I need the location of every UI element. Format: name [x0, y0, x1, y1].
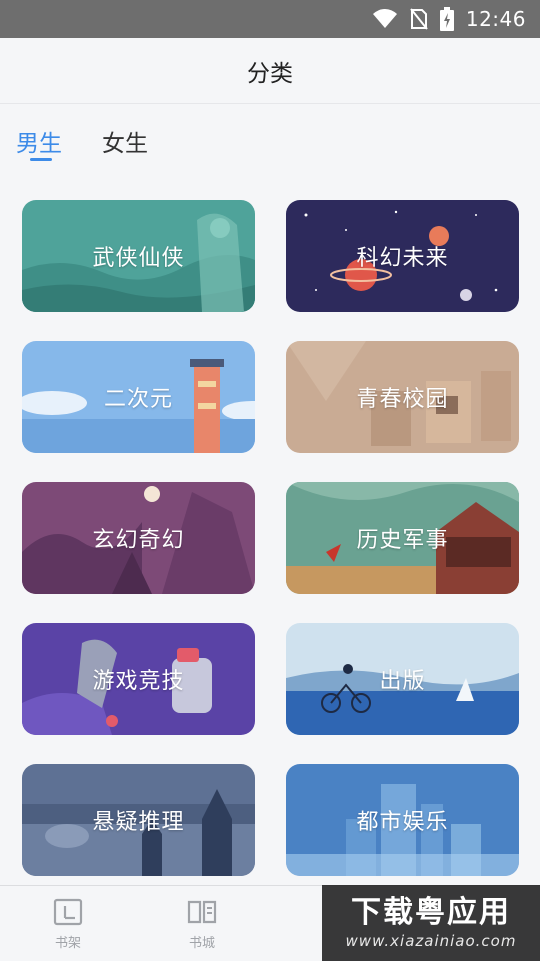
category-label: 出版 — [379, 669, 426, 694]
nav-item-bookshelf[interactable]: 书架 — [38, 898, 98, 951]
nav-item-bookstore[interactable]: 书城 — [172, 898, 232, 951]
tab-female[interactable]: 女生 — [102, 120, 148, 170]
tab-male-label: 男生 — [16, 131, 62, 157]
bookshelf-icon — [53, 898, 83, 926]
category-label: 科幻未来 — [356, 246, 449, 271]
tab-active-indicator — [30, 158, 52, 161]
category-card-mystery[interactable]: 悬疑推理 — [22, 764, 255, 876]
category-card-gaming[interactable]: 游戏竞技 — [22, 623, 255, 735]
book-open-icon — [187, 900, 217, 924]
category-card-campus[interactable]: 青春校园 — [286, 341, 519, 453]
category-card-anime[interactable]: 二次元 — [22, 341, 255, 453]
watermark-main-text: 下载粤应用 — [351, 895, 511, 930]
category-grid: 武侠仙侠 科幻未来 二次元 青春校园 玄幻奇幻 历史军事 游戏竞技 出版 悬疑推… — [22, 200, 520, 876]
page-title: 分类 — [247, 60, 293, 87]
category-card-wuxia[interactable]: 武侠仙侠 — [22, 200, 255, 312]
category-card-urban[interactable]: 都市娱乐 — [286, 764, 519, 876]
category-label: 都市娱乐 — [356, 810, 449, 835]
category-label: 武侠仙侠 — [92, 246, 185, 271]
category-label: 悬疑推理 — [92, 810, 185, 835]
category-card-publishing[interactable]: 出版 — [286, 623, 519, 735]
category-label: 玄幻奇幻 — [92, 528, 185, 553]
category-label: 历史军事 — [356, 528, 449, 553]
status-time: 12:46 — [465, 7, 526, 31]
battery-charging-icon — [439, 7, 454, 31]
gender-tabs: 男生 女生 — [16, 120, 148, 170]
watermark-logo: 下载粤应用 www.xiazainiao.com — [322, 885, 540, 961]
category-label: 游戏竞技 — [92, 669, 185, 694]
category-card-fantasy[interactable]: 玄幻奇幻 — [22, 482, 255, 594]
tab-female-label: 女生 — [102, 131, 148, 157]
page-header: 分类 — [0, 38, 540, 104]
category-card-scifi[interactable]: 科幻未来 — [286, 200, 519, 312]
tab-male[interactable]: 男生 — [16, 120, 62, 170]
no-sim-icon — [410, 8, 428, 30]
category-card-history[interactable]: 历史军事 — [286, 482, 519, 594]
wifi-icon — [372, 9, 397, 28]
category-label: 二次元 — [103, 387, 173, 412]
screen: 12:46 分类 男生 女生 武侠仙侠 科幻未来 二次元 青春校园 玄幻奇幻 历… — [0, 0, 540, 961]
status-bar: 12:46 — [0, 0, 540, 38]
nav-label-bookshelf: 书架 — [54, 936, 81, 951]
nav-label-bookstore: 书城 — [188, 936, 215, 951]
watermark-url: www.xiazainiao.com — [345, 932, 517, 950]
category-label: 青春校园 — [356, 387, 449, 412]
